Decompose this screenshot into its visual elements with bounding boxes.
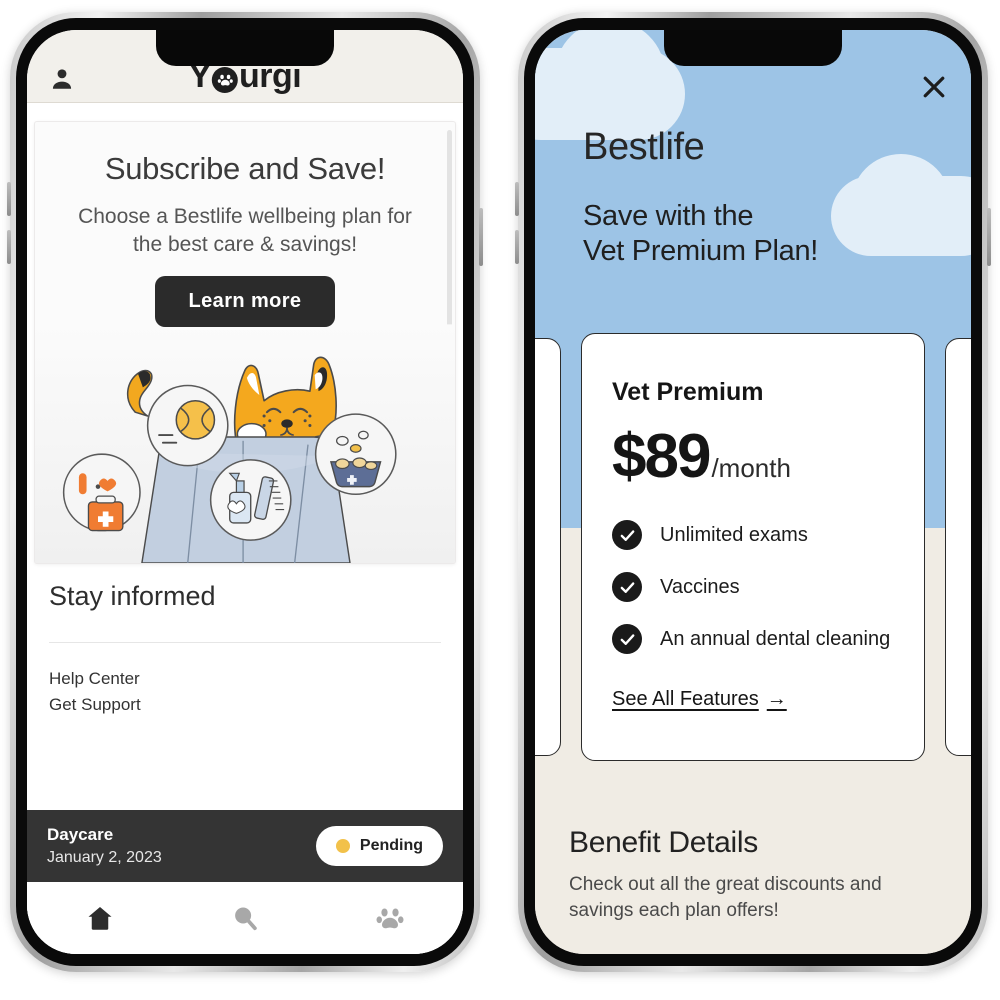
get-support-link[interactable]: Get Support (49, 692, 441, 718)
home-tab[interactable] (27, 903, 172, 933)
plan-card-next[interactable] (945, 338, 971, 756)
benefit-details-subtitle: Check out all the great discounts and sa… (569, 874, 882, 922)
see-all-features-link[interactable]: See All Features → (612, 688, 787, 711)
learn-more-button[interactable]: Learn more (154, 276, 336, 328)
cat-in-supply-bag-illustration (35, 313, 455, 563)
page-subtitle-line2: Vet Premium Plan! (583, 235, 819, 268)
plan-carousel[interactable]: → Vet Premium $89 /month (535, 322, 971, 772)
plan-feature-label: An annual dental cleaning (660, 627, 891, 650)
bottom-tab-bar (27, 882, 463, 954)
promo-title: Subscribe and Save! (104, 151, 386, 186)
home-icon (88, 907, 112, 930)
page-subtitle: Save with the Vet Premium Plan! (583, 199, 818, 270)
list-item: Unlimited exams (612, 520, 894, 550)
stay-informed-section: Stay informed Help Center Get Support (27, 581, 463, 719)
volume-up-button-right[interactable] (515, 182, 519, 216)
app-screen-bestlife: Bestlife Save with the Vet Premium Plan!… (535, 30, 971, 954)
check-icon (612, 520, 642, 550)
phone-device-left: Y urgi Subscribe and Save! Choose a Best… (7, 12, 483, 972)
pets-tab[interactable] (318, 903, 463, 933)
person-icon[interactable] (49, 66, 75, 92)
power-button[interactable] (479, 208, 483, 266)
stay-informed-links: Help Center Get Support (49, 643, 441, 719)
see-all-features-label: See All Features (612, 688, 759, 710)
list-item: An annual dental cleaning (612, 624, 894, 654)
home-content: Subscribe and Save! Choose a Bestlife we… (27, 103, 463, 954)
status-dot-icon (335, 839, 350, 853)
phone-bezel-right: Bestlife Save with the Vet Premium Plan!… (524, 18, 982, 966)
appointment-date: January 2, 2023 (47, 849, 162, 866)
phone-device-right: Bestlife Save with the Vet Premium Plan!… (515, 12, 991, 972)
benefit-details-section: Benefit Details Check out all the great … (535, 782, 971, 954)
phone-bezel-left: Y urgi Subscribe and Save! Choose a Best… (16, 18, 474, 966)
page-subtitle-line1: Save with the (583, 200, 754, 232)
plan-feature-label: Vaccines (660, 575, 740, 598)
benefit-details-title: Benefit Details (569, 826, 758, 859)
plan-name: Vet Premium (612, 378, 764, 406)
plan-feature-label: Unlimited exams (660, 523, 808, 546)
plan-price-row: $89 /month (612, 421, 894, 492)
dynamic-island-right (664, 30, 842, 66)
appointment-name: Daycare (47, 825, 114, 844)
plan-card-previous[interactable]: → (535, 338, 561, 756)
volume-up-button[interactable] (7, 182, 11, 216)
plan-price-period: /month (711, 453, 791, 483)
promo-subtitle: Choose a Bestlife wellbeing plan for the… (78, 205, 412, 256)
plan-price: $89 (612, 422, 711, 491)
cloud-icon-right-puff (851, 154, 951, 254)
list-item: Vaccines (612, 572, 894, 602)
plan-feature-list: Unlimited exams Vaccines An annual denta… (612, 520, 894, 654)
check-icon (612, 624, 642, 654)
stay-informed-title: Stay informed (49, 581, 216, 611)
status-badge[interactable]: Pending (315, 826, 443, 866)
volume-down-button-right[interactable] (515, 230, 519, 264)
subscribe-promo-card[interactable]: Subscribe and Save! Choose a Bestlife we… (34, 121, 456, 564)
check-icon (612, 572, 642, 602)
appointment-bar[interactable]: Daycare January 2, 2023 Pending (27, 810, 463, 882)
help-center-link[interactable]: Help Center (49, 666, 441, 692)
plan-card-vet-premium[interactable]: Vet Premium $89 /month Unlimited exams V… (581, 333, 925, 761)
paw-icon (211, 66, 238, 93)
close-icon[interactable] (919, 72, 949, 102)
status-badge-label: Pending (359, 837, 423, 854)
promo-cta-wrap: Learn more (35, 276, 455, 328)
dynamic-island (156, 30, 334, 66)
power-button-right[interactable] (987, 208, 991, 266)
search-tab[interactable] (172, 903, 317, 933)
app-screen-home: Y urgi Subscribe and Save! Choose a Best… (27, 30, 463, 954)
page-title: Bestlife (583, 126, 705, 168)
appointment-info: Daycare January 2, 2023 (47, 825, 162, 867)
arrow-right-icon: → (766, 688, 787, 710)
screenshot-stage: Y urgi Subscribe and Save! Choose a Best… (0, 0, 1000, 1000)
search-icon (235, 907, 257, 931)
paw-icon (376, 908, 404, 929)
volume-down-button[interactable] (7, 230, 11, 264)
bestlife-header: Bestlife Save with the Vet Premium Plan! (583, 126, 818, 270)
